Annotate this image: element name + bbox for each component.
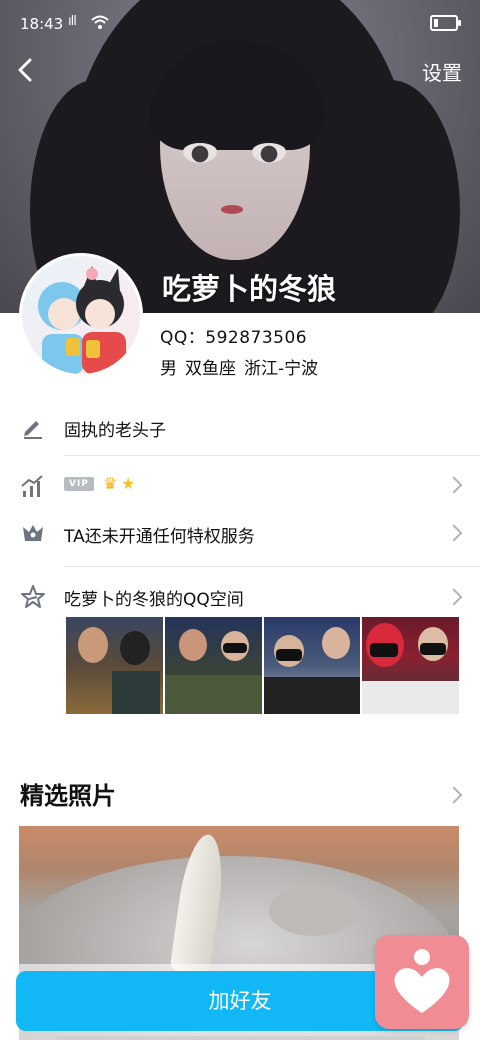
featured-photos-title: 精选照片	[20, 782, 116, 810]
back-button[interactable]	[14, 58, 38, 82]
qzone-row[interactable]: 吃萝卜的冬狼的QQ空间	[0, 572, 480, 620]
crown-icon: ♛	[103, 474, 118, 493]
home-indicator	[55, 1036, 425, 1040]
chevron-right-icon	[445, 524, 463, 542]
qq-number: 592873506	[205, 328, 308, 348]
qzone-photo[interactable]	[164, 617, 262, 714]
qq-number-line: QQ：592873506	[160, 323, 307, 348]
vip-badge: VIP	[64, 477, 94, 491]
level-chart-icon	[21, 475, 43, 497]
featured-chevron-icon[interactable]	[445, 786, 463, 804]
chevron-right-icon	[445, 476, 463, 494]
pencil-icon	[24, 421, 42, 439]
settings-button[interactable]: 设置	[422, 57, 462, 86]
zodiac: 双鱼座	[185, 359, 236, 379]
like-button[interactable]	[375, 935, 469, 1029]
qzone-star-icon	[21, 585, 45, 608]
privilege-row[interactable]: TA还未开通任何特权服务	[0, 508, 480, 558]
divider	[64, 566, 480, 567]
qzone-photo[interactable]	[362, 617, 459, 714]
nickname: 吃萝卜的冬狼	[162, 272, 337, 306]
status-bar: 18:43 ıll	[0, 0, 480, 46]
privilege-text: TA还未开通任何特权服务	[64, 527, 255, 547]
qzone-text: 吃萝卜的冬狼的QQ空间	[64, 590, 244, 610]
qzone-photos[interactable]	[66, 617, 459, 714]
signature-row[interactable]: 固执的老头子	[0, 400, 480, 456]
signature-text: 固执的老头子	[64, 421, 166, 441]
qzone-photo[interactable]	[66, 617, 163, 714]
heart-person-icon	[394, 949, 450, 1013]
profile-info: 男双鱼座 浙江-宁波	[160, 354, 326, 379]
battery-icon	[430, 15, 461, 31]
crown-outline-icon	[23, 525, 43, 541]
location: 浙江-宁波	[244, 359, 319, 379]
divider	[64, 455, 480, 456]
qzone-photo[interactable]	[263, 617, 361, 714]
avatar[interactable]	[19, 253, 143, 377]
star-icon: ★	[121, 474, 136, 493]
status-time: 18:43	[20, 15, 64, 33]
signal-icon: ıll	[68, 14, 77, 29]
qq-label: QQ：	[160, 328, 206, 348]
chevron-right-icon	[445, 588, 463, 606]
wifi-icon	[91, 15, 109, 29]
gender: 男	[160, 359, 177, 379]
